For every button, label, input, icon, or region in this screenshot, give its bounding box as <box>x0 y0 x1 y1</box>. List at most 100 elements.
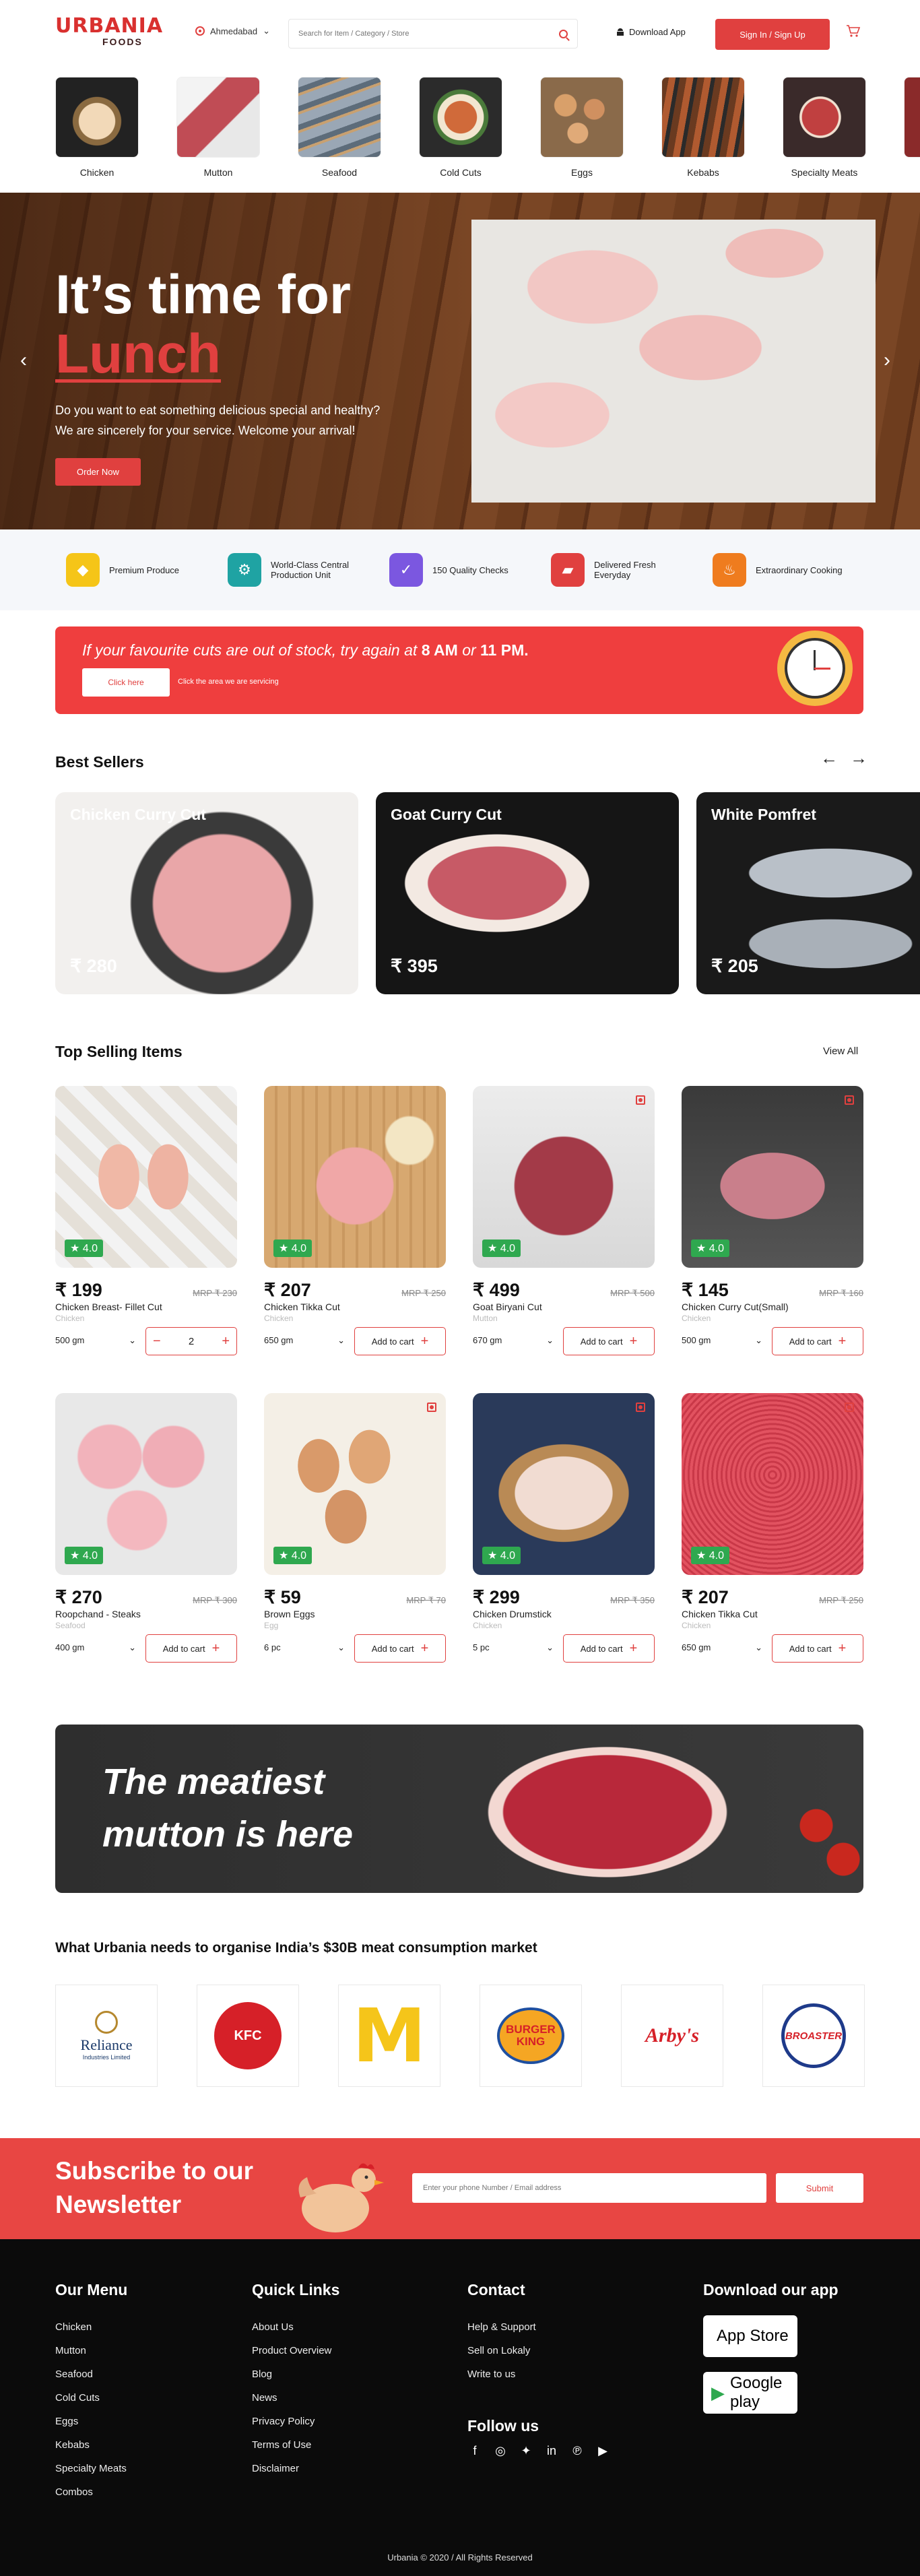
weight-select[interactable]: 400 gm ⌄ <box>55 1642 136 1653</box>
weight-select[interactable]: 650 gm ⌄ <box>264 1335 345 1346</box>
product-card[interactable]: ★ 4.0 ₹ 145 MRP ₹ 160 Chicken Curry Cut(… <box>682 1086 863 1355</box>
search-input[interactable] <box>298 30 559 38</box>
hero-desc-2: We are sincerely for your service. Welco… <box>55 424 356 437</box>
facebook-icon[interactable]: f <box>467 2443 482 2458</box>
nonveg-icon <box>636 1095 645 1105</box>
footer-contact-link[interactable]: Write to us <box>467 2362 610 2386</box>
add-to-cart-button[interactable]: Add to cart + <box>772 1634 863 1663</box>
arrow-right-icon[interactable]: → <box>850 748 867 769</box>
footer-link[interactable]: News <box>252 2386 339 2410</box>
view-all-link[interactable]: View All <box>823 1045 858 1057</box>
weight-select[interactable]: 650 gm ⌄ <box>682 1642 762 1653</box>
add-to-cart-button[interactable]: Add to cart + <box>563 1634 655 1663</box>
arrow-left-icon[interactable]: ← <box>820 748 838 769</box>
category-chicken[interactable]: Chicken <box>55 77 139 178</box>
mutton-line-2: mutton is here <box>102 1814 354 1855</box>
category-more[interactable] <box>904 77 920 158</box>
download-app-link[interactable]: Download App <box>612 27 686 37</box>
category-seafood[interactable]: Seafood <box>298 77 381 178</box>
category-coldcuts[interactable]: Cold Cuts <box>419 77 502 178</box>
product-card[interactable]: ★ 4.0 ₹ 199 MRP ₹ 230 Chicken Breast- Fi… <box>55 1086 237 1355</box>
twitter-icon[interactable]: ✦ <box>519 2443 533 2458</box>
product-card[interactable]: ★ 4.0 ₹ 207 MRP ₹ 250 Chicken Tikka Cut … <box>682 1393 863 1663</box>
best-seller-card[interactable]: White Pomfret ₹ 205 <box>696 792 920 994</box>
nonveg-icon <box>427 1403 436 1412</box>
hero-next-arrow-icon[interactable]: › <box>884 349 890 372</box>
price-row: ₹ 499 MRP ₹ 500 <box>473 1280 655 1301</box>
product-mrp: MRP ₹ 350 <box>610 1595 655 1605</box>
instagram-icon[interactable]: ◎ <box>493 2443 508 2458</box>
footer-menu-item[interactable]: Eggs <box>55 2410 127 2433</box>
category-specialty[interactable]: Specialty Meats <box>783 77 866 178</box>
mutton-banner[interactable]: The meatiest mutton is here <box>55 1725 863 1893</box>
footer-menu-item[interactable]: Specialty Meats <box>55 2457 127 2480</box>
linkedin-icon[interactable]: in <box>544 2443 559 2458</box>
add-to-cart-button[interactable]: Add to cart + <box>354 1634 446 1663</box>
product-card[interactable]: ★ 4.0 ₹ 499 MRP ₹ 500 Goat Biryani Cut M… <box>473 1086 655 1355</box>
footer-menu-item[interactable]: Mutton <box>55 2339 127 2362</box>
appstore-badge[interactable]: App Store <box>703 2315 797 2357</box>
footer-menu-item[interactable]: Cold Cuts <box>55 2386 127 2410</box>
cart-icon[interactable] <box>845 23 861 39</box>
newsletter-input[interactable] <box>412 2173 766 2203</box>
plus-icon: + <box>838 1333 847 1349</box>
best-seller-card[interactable]: Chicken Curry Cut ₹ 280 <box>55 792 358 994</box>
footer-menu-item[interactable]: Seafood <box>55 2362 127 2386</box>
weight-select[interactable]: 670 gm ⌄ <box>473 1335 554 1346</box>
footer-link[interactable]: Privacy Policy <box>252 2410 339 2433</box>
pinterest-icon[interactable]: ℗ <box>570 2443 585 2458</box>
weight-select[interactable]: 6 pc ⌄ <box>264 1642 345 1653</box>
add-to-cart-button[interactable]: Add to cart + <box>563 1327 655 1355</box>
click-here-button[interactable]: Click here <box>82 668 170 697</box>
plus-icon[interactable]: + <box>222 1334 230 1349</box>
product-price: ₹ 145 <box>682 1280 729 1300</box>
product-category: Chicken <box>682 1621 711 1630</box>
footer-menu-item[interactable]: Combos <box>55 2480 127 2504</box>
feature-label: Delivered Fresh Everyday <box>594 560 656 580</box>
stock-time-2: 11 PM. <box>480 641 529 659</box>
add-to-cart-button[interactable]: Add to cart + <box>145 1634 237 1663</box>
footer-link[interactable]: Terms of Use <box>252 2433 339 2457</box>
best-seller-card[interactable]: Goat Curry Cut ₹ 395 <box>376 792 679 994</box>
product-card[interactable]: ★ 4.0 ₹ 299 MRP ₹ 350 Chicken Drumstick … <box>473 1393 655 1663</box>
location-selector[interactable]: Ahmedabad ⌄ <box>195 26 270 36</box>
signin-button[interactable]: Sign In / Sign Up <box>715 19 830 50</box>
category-mutton[interactable]: Mutton <box>176 77 260 178</box>
add-to-cart-button[interactable]: Add to cart + <box>354 1327 446 1355</box>
category-kebabs[interactable]: Kebabs <box>661 77 745 178</box>
location-pin-icon <box>195 26 205 36</box>
chevron-down-icon: ⌄ <box>755 1642 762 1652</box>
newsletter-submit-button[interactable]: Submit <box>776 2173 863 2203</box>
follow-us-title: Follow us <box>467 2417 539 2435</box>
weight-select[interactable]: 500 gm ⌄ <box>682 1335 762 1346</box>
footer-contact-link[interactable]: Help & Support <box>467 2315 610 2339</box>
youtube-icon[interactable]: ▶ <box>595 2443 610 2458</box>
search-icon[interactable] <box>559 29 568 38</box>
product-mrp: MRP ₹ 300 <box>193 1595 237 1605</box>
quantity-stepper[interactable]: − 2 + <box>145 1327 237 1355</box>
footer-link[interactable]: Blog <box>252 2362 339 2386</box>
footer-link[interactable]: About Us <box>252 2315 339 2339</box>
product-card[interactable]: ★ 4.0 ₹ 270 MRP ₹ 300 Roopchand - Steaks… <box>55 1393 237 1663</box>
footer-menu-item[interactable]: Chicken <box>55 2315 127 2339</box>
footer-link[interactable]: Disclaimer <box>252 2457 339 2480</box>
product-card[interactable]: ★ 4.0 ₹ 59 MRP ₹ 70 Brown Eggs Egg 6 pc ⌄… <box>264 1393 446 1663</box>
product-name: Chicken Breast- Fillet Cut <box>55 1301 162 1312</box>
product-mrp: MRP ₹ 250 <box>819 1595 863 1605</box>
product-price: ₹ 299 <box>473 1587 520 1607</box>
category-eggs[interactable]: Eggs <box>540 77 624 178</box>
feature-fresh: ▰ Delivered Fresh Everyday <box>551 553 713 587</box>
footer-contact-link[interactable]: Sell on Lokaly <box>467 2339 610 2362</box>
add-to-cart-button[interactable]: Add to cart + <box>772 1327 863 1355</box>
order-now-button[interactable]: Order Now <box>55 458 141 486</box>
googleplay-badge[interactable]: ▶ Google play <box>703 2372 797 2414</box>
footer-menu-item[interactable]: Kebabs <box>55 2433 127 2457</box>
minus-icon[interactable]: − <box>153 1334 161 1349</box>
footer-link[interactable]: Product Overview <box>252 2339 339 2362</box>
weight-select[interactable]: 500 gm ⌄ <box>55 1335 136 1346</box>
logo[interactable]: URBANIA FOODS <box>55 16 171 51</box>
page: URBANIA FOODS Ahmedabad ⌄ Download App S… <box>0 0 920 2576</box>
product-card[interactable]: ★ 4.0 ₹ 207 MRP ₹ 250 Chicken Tikka Cut … <box>264 1086 446 1355</box>
weight-select[interactable]: 5 pc ⌄ <box>473 1642 554 1653</box>
hero-prev-arrow-icon[interactable]: ‹ <box>20 349 27 372</box>
